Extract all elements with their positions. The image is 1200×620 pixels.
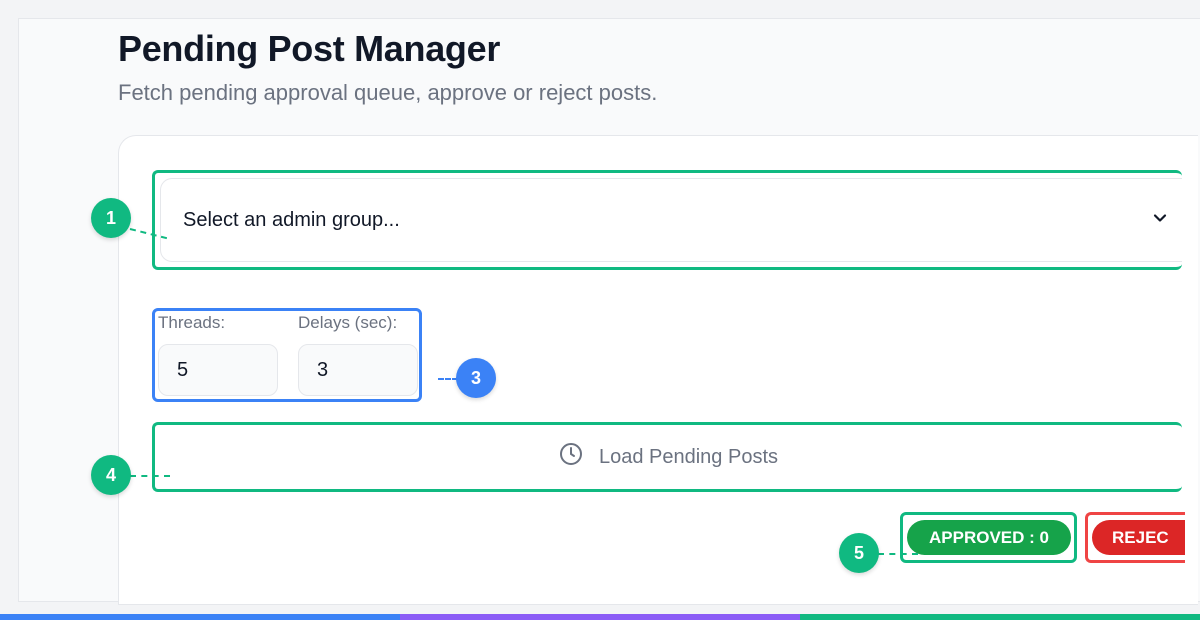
admin-group-select[interactable]: Select an admin group...	[160, 178, 1182, 262]
chevron-down-icon	[1152, 209, 1168, 232]
threads-label: Threads:	[158, 313, 226, 332]
approved-counter-button[interactable]: APPROVED : 0	[907, 520, 1071, 555]
threads-input[interactable]	[158, 344, 278, 396]
callout-3-connector	[438, 378, 458, 380]
approved-highlight: APPROVED : 0	[900, 512, 1077, 563]
load-button-highlight: Load Pending Posts	[152, 422, 1182, 492]
bottom-bar-segment-purple	[400, 614, 800, 620]
delays-label: Delays (sec):	[298, 313, 398, 332]
settings-highlight: Threads: Delays (sec):	[152, 308, 422, 402]
delays-input[interactable]	[298, 344, 418, 396]
callout-4-connector	[130, 475, 170, 477]
rejected-counter-button[interactable]: REJEC	[1092, 520, 1185, 555]
callout-badge-4: 4	[91, 455, 131, 495]
callout-badge-5: 5	[839, 533, 879, 573]
page-title: Pending Post Manager	[118, 28, 501, 69]
group-select-highlight: Select an admin group...	[152, 170, 1182, 270]
load-pending-posts-button[interactable]: Load Pending Posts	[155, 425, 1182, 489]
callout-5-connector	[878, 553, 918, 555]
bottom-bar-segment-green	[800, 614, 1200, 620]
bottom-bar-segment-blue	[0, 614, 400, 620]
bottom-gradient-bar	[0, 614, 1200, 620]
rejected-highlight: REJEC	[1085, 512, 1185, 563]
page-subtitle: Fetch pending approval queue, approve or…	[118, 80, 658, 105]
callout-badge-1: 1	[91, 198, 131, 238]
callout-badge-3: 3	[456, 358, 496, 398]
load-pending-posts-label: Load Pending Posts	[598, 445, 779, 468]
admin-group-select-value: Select an admin group...	[183, 208, 400, 231]
clock-icon	[559, 442, 583, 472]
